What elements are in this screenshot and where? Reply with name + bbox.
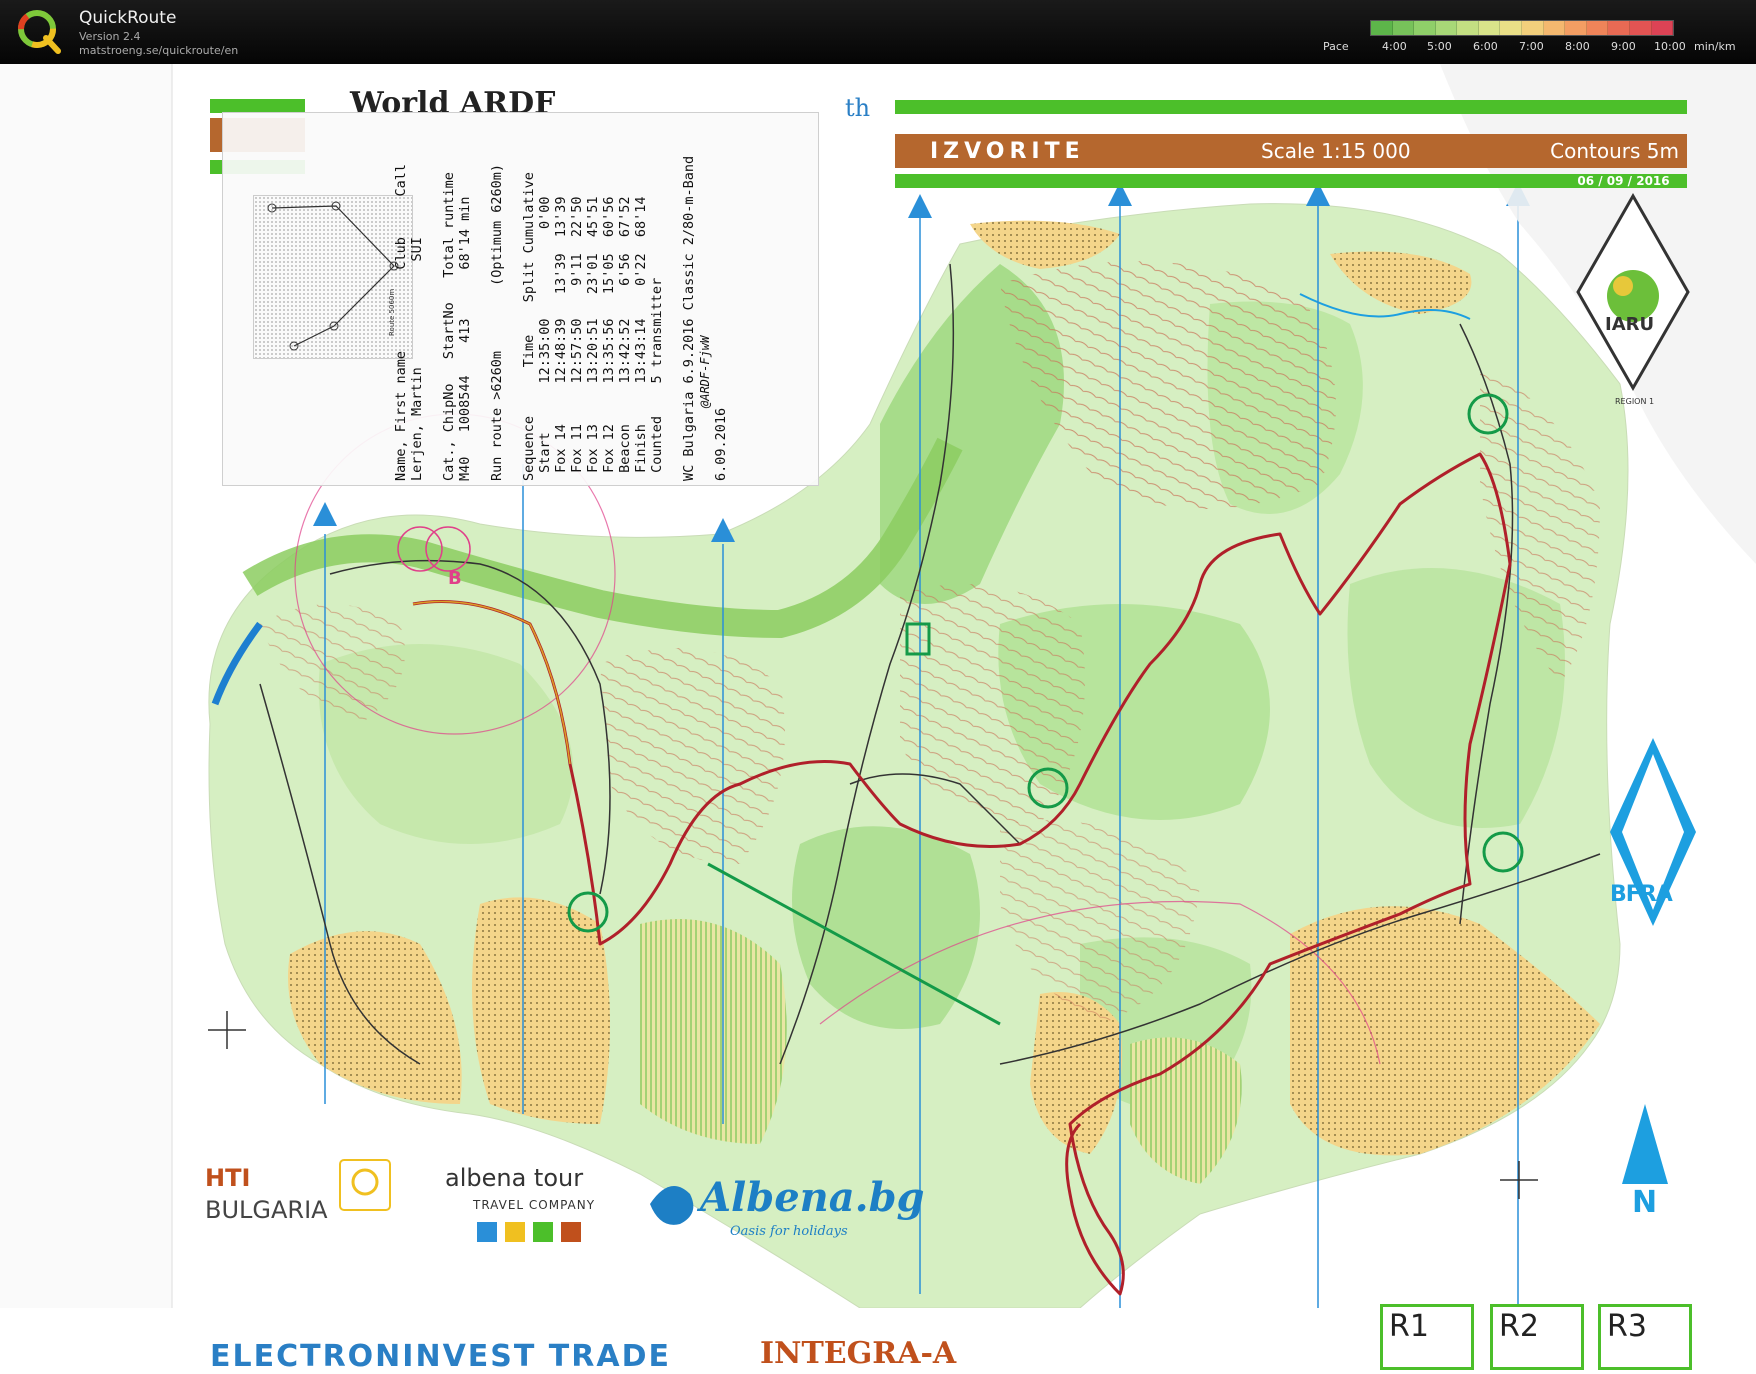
- slip-line: Name, First name Club Call: [393, 164, 409, 481]
- receiver-box-r3: R3: [1598, 1304, 1692, 1370]
- pace-swatch: [1457, 21, 1479, 35]
- contour-interval: Contours 5m: [1550, 139, 1679, 163]
- pace-swatch: [1500, 21, 1523, 35]
- app-title: QuickRoute: [79, 8, 177, 28]
- slip-line: WC Bulgaria 6.9.2016 Classic 2/80-m-Band: [681, 155, 697, 481]
- pace-tick-label: 6:00: [1473, 40, 1498, 53]
- event-ordinal: th: [845, 94, 871, 122]
- slip-text: Name, First name Club Call Lerjen, Martin…: [393, 121, 729, 481]
- pace-tick-label: 10:00: [1654, 40, 1686, 53]
- sponsor-hti: HTI: [205, 1164, 251, 1192]
- pace-swatch: [1543, 21, 1566, 35]
- title-stripe: [210, 99, 305, 113]
- app-url[interactable]: matstroeng.se/quickroute/en: [79, 44, 238, 57]
- slip-line: Fox 11 12:57:50 9'11 22'50: [569, 196, 585, 481]
- pace-swatch: [1629, 21, 1652, 35]
- slip-code: @ARDF-FjwW: [698, 335, 712, 408]
- pace-color-scale: [1370, 20, 1674, 36]
- pace-tick-label: 5:00: [1427, 40, 1452, 53]
- header-stripe: [895, 100, 1687, 114]
- bfra-label: BFRA: [1610, 882, 1673, 907]
- receiver-box-r1: R1: [1380, 1304, 1474, 1370]
- slip-line: Fox 13 13:20:51 23'01 45'51: [585, 196, 601, 481]
- pace-swatch: [1565, 21, 1587, 35]
- pace-tick-label: 4:00: [1382, 40, 1407, 53]
- pace-label: Pace: [1323, 40, 1349, 53]
- route-minimap: Route 5060m: [253, 195, 413, 359]
- map-scale: Scale 1:15 000: [1261, 139, 1411, 163]
- sponsor-albena-tour: albena tour: [445, 1164, 584, 1192]
- venue-name: IZVORITE: [930, 139, 1085, 164]
- map-view[interactable]: B N IZVORITE Scale 1:15 000 Contours 5m …: [0, 64, 1756, 1374]
- event-date: 06 / 09 / 2016: [1560, 174, 1687, 188]
- pace-swatch: [1371, 21, 1393, 35]
- sponsor-travel-company: TRAVEL COMPANY: [473, 1198, 596, 1212]
- slip-line: Sequence Time Split Cumulative: [521, 172, 537, 481]
- slip-line: Fox 14 12:48:39 13'39 13'39: [553, 196, 569, 481]
- pace-swatch: [1586, 21, 1609, 35]
- north-arrow-icon: N: [1622, 1104, 1668, 1220]
- slip-line: Cat., ChipNo StartNo Total runtime: [441, 172, 457, 481]
- slip-line: [425, 121, 441, 481]
- app-version: Version 2.4: [79, 30, 141, 43]
- pace-tick-label: 8:00: [1565, 40, 1590, 53]
- slip-line: [473, 121, 489, 481]
- slip-line: Run route >6260m (Optimum 6260m): [489, 164, 505, 481]
- iaru-label: IARU: [1605, 314, 1655, 335]
- slip-line: [505, 121, 521, 481]
- receiver-box-r2: R2: [1490, 1304, 1584, 1370]
- pace-swatch: [1478, 21, 1501, 35]
- sponsor-bulgaria: BULGARIA: [205, 1196, 328, 1224]
- pace-unit: min/km: [1694, 40, 1736, 53]
- iaru-region-label: REGION 1: [1615, 397, 1655, 406]
- sponsor-albena-bg: Albena.bg: [700, 1174, 925, 1221]
- pace-swatch: [1651, 21, 1674, 35]
- pace-swatch: [1435, 21, 1458, 35]
- pace-swatch: [1414, 21, 1436, 35]
- slip-line: M40 1008544 413 68'14 min: [457, 196, 473, 481]
- sponsor-electroninvest: ELECTRONINVEST TRADE: [210, 1339, 671, 1374]
- slip-line: Lerjen, Martin SUI: [409, 237, 425, 481]
- app-toolbar: QuickRoute Version 2.4 matstroeng.se/qui…: [0, 0, 1756, 64]
- pace-tick-label: 7:00: [1519, 40, 1544, 53]
- map-header: IZVORITE Scale 1:15 000 Contours 5m: [895, 134, 1687, 168]
- slip-line: Finish 13:43:14 0'22 68'14: [633, 196, 649, 481]
- slip-line: Start 12:35:00 0'00: [537, 196, 553, 481]
- pace-swatch: [1608, 21, 1630, 35]
- slip-line: Beacon 13:42:52 6'56 67'52: [617, 196, 633, 481]
- slip-line: Counted 5 transmitter: [649, 277, 665, 481]
- pace-swatch: [1392, 21, 1415, 35]
- quickroute-logo-icon: [18, 10, 61, 54]
- sponsor-integra: INTEGRA-A: [760, 1336, 957, 1371]
- pace-tick-label: 9:00: [1611, 40, 1636, 53]
- pace-swatch: [1522, 21, 1544, 35]
- slip-line: [665, 121, 681, 481]
- sponsor-oasis: Oasis for holidays: [730, 1224, 848, 1239]
- slip-line: Fox 12 13:35:56 15'05 60'56: [601, 196, 617, 481]
- svg-text:N: N: [1632, 1185, 1657, 1220]
